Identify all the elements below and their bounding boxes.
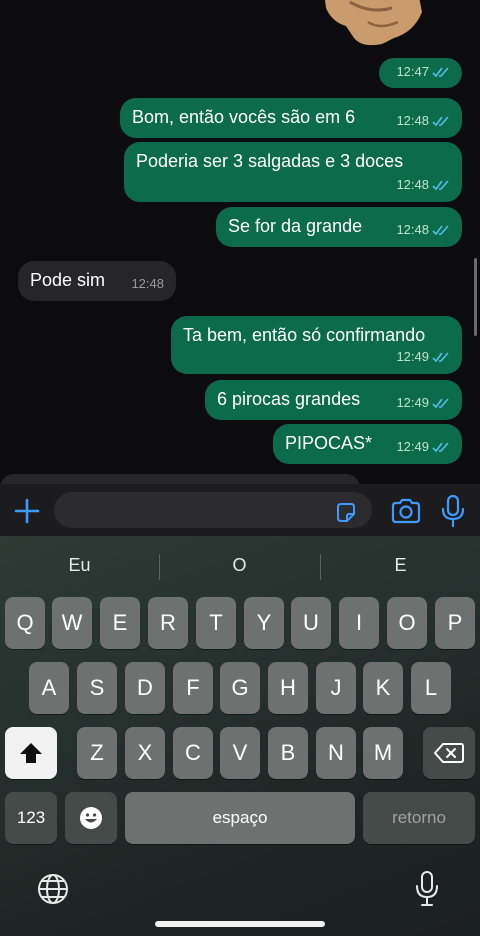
message-text: Ta bem, então só confirmando <box>183 325 426 345</box>
dictation-icon[interactable] <box>414 870 440 908</box>
message-outgoing[interactable]: PIPOCAS* 12:49 <box>273 424 462 464</box>
read-ticks-icon <box>432 442 449 453</box>
globe-icon[interactable] <box>36 872 70 906</box>
key-v[interactable]: V <box>220 727 260 779</box>
message-outgoing[interactable]: Ta bem, então só confirmando 12:49 <box>171 316 462 374</box>
key-r[interactable]: R <box>148 597 188 649</box>
camera-icon[interactable] <box>390 497 422 525</box>
message-meta: 12:48 <box>396 110 450 132</box>
message-meta: 12:49 <box>396 436 450 458</box>
read-ticks-icon <box>432 225 449 236</box>
sticker-image[interactable] <box>310 0 430 50</box>
numbers-key[interactable]: 123 <box>5 792 57 844</box>
message-text: Pode sim <box>30 270 106 290</box>
chat-area[interactable]: 12:47 Bom, então vocês são em 6 12:48 Po… <box>0 0 480 484</box>
suggestion[interactable]: Eu <box>0 536 159 594</box>
message-time: 12:49 <box>396 439 429 454</box>
shift-icon <box>20 743 42 763</box>
key-y[interactable]: Y <box>244 597 284 649</box>
sticker-icon[interactable] <box>334 501 358 525</box>
emoji-icon <box>80 807 102 829</box>
microphone-icon[interactable] <box>440 494 466 528</box>
message-time: 12:49 <box>396 395 429 410</box>
read-ticks-icon <box>432 67 449 78</box>
key-l[interactable]: L <box>411 662 451 714</box>
shift-key[interactable] <box>5 727 57 779</box>
key-m[interactable]: M <box>363 727 403 779</box>
backspace-key[interactable] <box>423 727 475 779</box>
key-w[interactable]: W <box>52 597 92 649</box>
key-x[interactable]: X <box>125 727 165 779</box>
key-h[interactable]: H <box>268 662 308 714</box>
home-indicator[interactable] <box>155 921 325 927</box>
message-meta: 12:48 <box>396 219 450 241</box>
space-key[interactable]: espaço <box>125 792 355 844</box>
key-t[interactable]: T <box>196 597 236 649</box>
read-ticks-icon <box>432 398 449 409</box>
message-outgoing[interactable]: Se for da grande 12:48 <box>216 207 462 247</box>
suggestion[interactable]: E <box>321 536 480 594</box>
message-time: 12:48 <box>396 113 429 128</box>
message-text: Se for da grande <box>228 216 363 236</box>
key-s[interactable]: S <box>77 662 117 714</box>
key-f[interactable]: F <box>173 662 213 714</box>
return-key[interactable]: retorno <box>363 792 475 844</box>
backspace-icon <box>434 743 464 763</box>
key-o[interactable]: O <box>387 597 427 649</box>
message-incoming[interactable]: Pode sim 12:48 <box>18 261 176 301</box>
message-meta: 12:48 <box>396 174 450 196</box>
key-j[interactable]: J <box>316 662 356 714</box>
message-meta: 12:49 <box>396 346 450 368</box>
key-z[interactable]: Z <box>77 727 117 779</box>
message-outgoing[interactable]: 12:47 <box>379 58 462 88</box>
key-a[interactable]: A <box>29 662 69 714</box>
suggestion[interactable]: O <box>160 536 319 594</box>
key-c[interactable]: C <box>173 727 213 779</box>
read-ticks-icon <box>432 352 449 363</box>
scroll-indicator[interactable] <box>474 258 477 336</box>
key-u[interactable]: U <box>291 597 331 649</box>
message-text: Poderia ser 3 salgadas e 3 doces <box>136 151 404 171</box>
key-k[interactable]: K <box>363 662 403 714</box>
key-b[interactable]: B <box>268 727 308 779</box>
message-outgoing[interactable]: 6 pirocas grandes 12:49 <box>205 380 462 420</box>
message-text: Bom, então vocês são em 6 <box>132 107 356 127</box>
key-g[interactable]: G <box>220 662 260 714</box>
message-input-bar <box>0 484 480 536</box>
message-outgoing[interactable]: Bom, então vocês são em 6 12:48 <box>120 98 462 138</box>
message-meta: 12:49 <box>396 392 450 414</box>
message-time: 12:49 <box>396 349 429 364</box>
message-time: 12:48 <box>396 222 429 237</box>
key-e[interactable]: E <box>100 597 140 649</box>
partial-message <box>0 474 360 484</box>
message-meta: 12:47 <box>396 61 450 83</box>
key-d[interactable]: D <box>125 662 165 714</box>
message-time: 12:48 <box>396 177 429 192</box>
message-text: PIPOCAS* <box>285 433 373 453</box>
emoji-key[interactable] <box>65 792 117 844</box>
message-meta: 12:48 <box>131 273 164 295</box>
plus-icon[interactable] <box>12 496 42 526</box>
message-input[interactable] <box>54 492 372 528</box>
read-ticks-icon <box>432 180 449 191</box>
message-time: 12:48 <box>131 276 164 291</box>
key-p[interactable]: P <box>435 597 475 649</box>
key-q[interactable]: Q <box>5 597 45 649</box>
message-outgoing[interactable]: Poderia ser 3 salgadas e 3 doces 12:48 <box>124 142 462 202</box>
read-ticks-icon <box>432 116 449 127</box>
keyboard: Eu O E Q W E R T Y U I O P A S D F G H J… <box>0 536 480 936</box>
key-n[interactable]: N <box>316 727 356 779</box>
message-time: 12:47 <box>396 64 429 79</box>
message-text: 6 pirocas grandes <box>217 389 361 409</box>
key-i[interactable]: I <box>339 597 379 649</box>
